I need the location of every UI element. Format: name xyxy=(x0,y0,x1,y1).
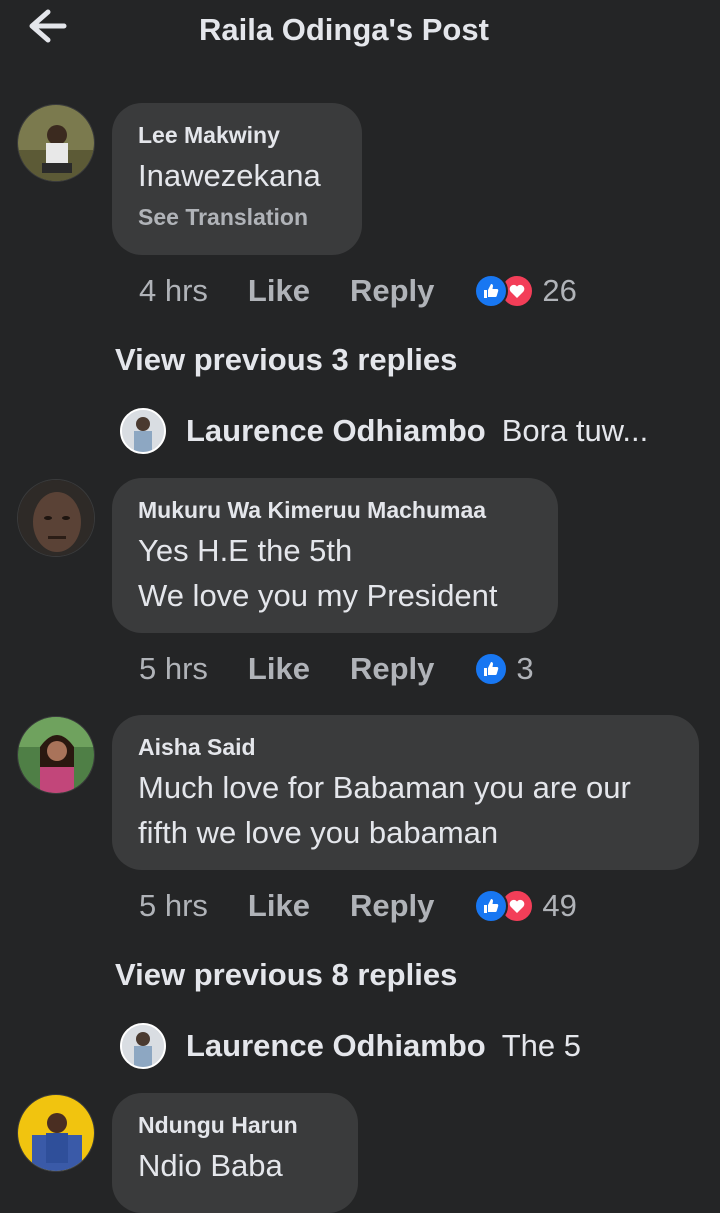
comment-text: Much love for Babaman you are our fifth … xyxy=(138,770,631,850)
view-previous-replies[interactable]: View previous 8 replies xyxy=(115,957,457,993)
avatar[interactable] xyxy=(17,716,95,794)
comment-author[interactable]: Aisha Said xyxy=(138,733,673,761)
thumbs-up-icon xyxy=(474,652,509,686)
comment-time: 5 hrs xyxy=(139,888,208,923)
comment-actions: 5 hrs Like Reply 49 xyxy=(139,886,577,926)
reactions[interactable] xyxy=(474,274,535,308)
page-title: Raila Odinga's Post xyxy=(199,12,489,47)
reply-preview-row[interactable]: Laurence Odhiambo The 5 xyxy=(120,1021,581,1071)
comment-bubble[interactable]: Aisha Said Much love for Babaman you are… xyxy=(112,715,699,870)
comment-time: 4 hrs xyxy=(139,273,208,308)
comment-text: Inawezekana xyxy=(138,158,321,193)
like-button[interactable]: Like xyxy=(248,273,310,309)
comment-actions: 4 hrs Like Reply 26 xyxy=(139,271,577,311)
reply-button[interactable]: Reply xyxy=(350,888,434,924)
thumbs-up-icon xyxy=(474,274,509,308)
comment-bubble[interactable]: Lee Makwiny Inawezekana See Translation xyxy=(112,103,362,255)
comment-author[interactable]: Mukuru Wa Kimeruu Machumaa xyxy=(138,496,532,524)
avatar xyxy=(120,1023,166,1069)
like-button[interactable]: Like xyxy=(248,651,310,687)
comment-author[interactable]: Ndungu Harun xyxy=(138,1111,332,1139)
reaction-count[interactable]: 49 xyxy=(542,888,576,924)
comment-bubble[interactable]: Ndungu Harun Ndio Baba xyxy=(112,1093,358,1213)
avatar[interactable] xyxy=(17,1094,95,1172)
reply-button[interactable]: Reply xyxy=(350,651,434,687)
see-translation-link[interactable]: See Translation xyxy=(138,200,336,234)
reply-preview-text: Bora tuw... xyxy=(501,413,649,448)
reactions[interactable] xyxy=(474,889,535,923)
avatar xyxy=(120,408,166,454)
reply-button[interactable]: Reply xyxy=(350,273,434,309)
comment-text: Yes H.E the 5th We love you my President xyxy=(138,533,498,613)
comment-author[interactable]: Lee Makwiny xyxy=(138,121,336,149)
comment-text: Ndio Baba xyxy=(138,1148,283,1183)
reply-author[interactable]: Laurence Odhiambo xyxy=(186,413,486,449)
top-bar: Raila Odinga's Post xyxy=(0,0,720,62)
reaction-count[interactable]: 26 xyxy=(542,273,576,309)
reply-preview-text: The 5 xyxy=(501,1028,582,1063)
reply-preview-row[interactable]: Laurence Odhiambo Bora tuw... xyxy=(120,406,648,456)
reactions[interactable] xyxy=(474,652,509,686)
reaction-count[interactable]: 3 xyxy=(516,651,533,687)
comment-bubble[interactable]: Mukuru Wa Kimeruu Machumaa Yes H.E the 5… xyxy=(112,478,558,633)
view-previous-replies[interactable]: View previous 3 replies xyxy=(115,342,457,378)
reply-author[interactable]: Laurence Odhiambo xyxy=(186,1028,486,1064)
comment-actions: 5 hrs Like Reply 3 xyxy=(139,649,534,689)
avatar[interactable] xyxy=(17,479,95,557)
like-button[interactable]: Like xyxy=(248,888,310,924)
avatar[interactable] xyxy=(17,104,95,182)
comment-time: 5 hrs xyxy=(139,651,208,686)
thumbs-up-icon xyxy=(474,889,509,923)
